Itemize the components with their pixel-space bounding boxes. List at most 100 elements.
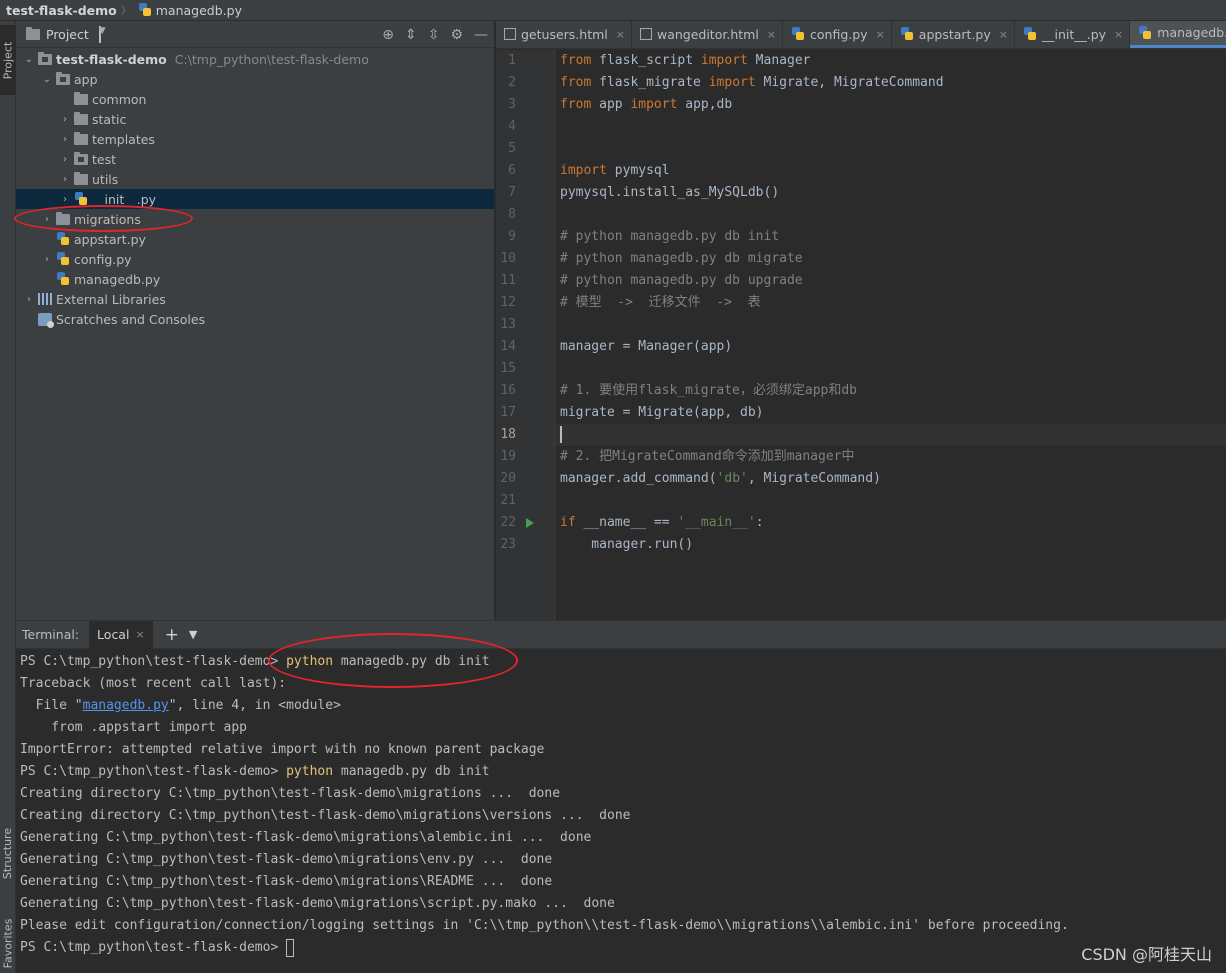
code-line: manager.run() xyxy=(560,537,694,552)
chevron-right-icon[interactable]: › xyxy=(40,254,54,265)
expand-all-icon[interactable]: ⇕ xyxy=(405,27,417,43)
line-number: 5 xyxy=(508,141,516,156)
tree-item-utils[interactable]: › utils xyxy=(16,169,494,189)
chevron-right-icon[interactable]: › xyxy=(58,154,72,165)
tree-item-label: utils xyxy=(92,171,119,187)
chevron-right-icon[interactable]: › xyxy=(58,134,72,145)
tree-item-label: test xyxy=(92,151,117,167)
python-file-icon xyxy=(56,272,70,286)
code-area[interactable]: from flask_script import Manager from fl… xyxy=(556,50,1226,620)
chevron-down-icon[interactable]: ⌄ xyxy=(40,74,54,85)
line-number: 15 xyxy=(500,361,516,376)
terminal-line: Creating directory C:\tmp_python\test-fl… xyxy=(20,808,631,823)
code-line: manager = Manager(app) xyxy=(560,339,733,354)
tree-item-label: app xyxy=(74,71,98,87)
tree-item-templates[interactable]: › templates xyxy=(16,129,494,149)
tree-item-root[interactable]: ⌄ test-flask-demo C:\tmp_python\test-fla… xyxy=(16,49,494,69)
tab-wangeditor-html[interactable]: wangeditor.html × xyxy=(632,21,784,48)
close-icon[interactable]: × xyxy=(135,628,144,641)
chevron-down-icon[interactable]: ▼ xyxy=(189,628,197,641)
tab-getusers-html[interactable]: getusers.html × xyxy=(496,21,632,48)
terminal-line: Generating C:\tmp_python\test-flask-demo… xyxy=(20,830,592,845)
tree-item-scratches[interactable]: Scratches and Consoles xyxy=(16,309,494,329)
tree-item-app[interactable]: ⌄ app xyxy=(16,69,494,89)
code-line: from flask_migrate import Migrate, Migra… xyxy=(560,75,944,90)
editor-tabs: getusers.html × wangeditor.html × config… xyxy=(496,21,1226,49)
project-panel-header: Project ▼ ⊕ ⇕ ⇳ ⚙ — xyxy=(16,21,494,48)
chevron-right-icon[interactable]: › xyxy=(22,294,36,305)
tree-item-label: templates xyxy=(92,131,155,147)
chevron-down-icon[interactable]: ⌄ xyxy=(22,54,36,65)
locate-file-icon[interactable]: ⊕ xyxy=(382,27,394,43)
tool-window-favorites-tab[interactable]: Favorites xyxy=(0,911,16,973)
tree-item-external-libraries[interactable]: › External Libraries xyxy=(16,289,494,309)
tree-item-common[interactable]: common xyxy=(16,89,494,109)
tree-item-test[interactable]: › test xyxy=(16,149,494,169)
code-line: migrate = Migrate(app, db) xyxy=(560,405,764,420)
line-number: 23 xyxy=(500,537,516,552)
left-tool-strip: Project Structure Favorites xyxy=(0,21,16,973)
line-number: 9 xyxy=(508,229,516,244)
terminal-line: PS C:\tmp_python\test-flask-demo> python… xyxy=(20,654,490,669)
chevron-right-icon[interactable]: › xyxy=(40,214,54,225)
chevron-right-icon[interactable]: › xyxy=(58,114,72,125)
run-icon[interactable] xyxy=(526,518,534,528)
tree-item-managedb[interactable]: managedb.py xyxy=(16,269,494,289)
project-view-icon xyxy=(26,26,40,40)
tree-item-label: static xyxy=(92,111,127,127)
tool-window-project-tab[interactable]: Project xyxy=(0,25,16,95)
chevron-right-icon[interactable]: › xyxy=(58,174,72,185)
fold-guide xyxy=(554,50,555,620)
tab-terminal-local[interactable]: Local × xyxy=(89,620,153,649)
tree-item-migrations[interactable]: › migrations xyxy=(16,209,494,229)
code-line: pymysql.install_as_MySQLdb() xyxy=(560,185,780,200)
close-icon[interactable]: × xyxy=(767,28,776,41)
project-view-selector[interactable]: Project xyxy=(46,27,89,42)
tab-label: wangeditor.html xyxy=(656,26,759,42)
tree-item-init[interactable]: › __init__.py xyxy=(16,189,494,209)
tree-item-label: Scratches and Consoles xyxy=(56,311,206,327)
tool-window-structure-tab[interactable]: Structure xyxy=(0,821,16,885)
project-tree: ⌄ test-flask-demo C:\tmp_python\test-fla… xyxy=(16,49,494,329)
code-editor: getusers.html × wangeditor.html × config… xyxy=(496,21,1226,620)
package-folder-icon xyxy=(56,71,70,85)
chevron-right-icon[interactable]: › xyxy=(58,194,72,205)
gear-icon[interactable]: ⚙ xyxy=(450,27,463,43)
close-icon[interactable]: × xyxy=(1114,28,1123,41)
close-icon[interactable]: × xyxy=(876,28,885,41)
close-icon[interactable]: × xyxy=(999,28,1008,41)
file-link[interactable]: managedb.py xyxy=(83,698,169,713)
line-number: 20 xyxy=(500,471,516,486)
project-panel-toolbar: ⊕ ⇕ ⇳ ⚙ — xyxy=(382,21,488,48)
tree-item-static[interactable]: › static xyxy=(16,109,494,129)
tab-managedb-py[interactable]: managedb.py × xyxy=(1130,21,1226,48)
tree-item-label: External Libraries xyxy=(56,291,166,307)
watermark: CSDN @阿桂天山 xyxy=(1081,945,1212,964)
breadcrumb-file[interactable]: managedb.py xyxy=(138,3,242,18)
tree-item-config[interactable]: › config.py xyxy=(16,249,494,269)
terminal-line: Generating C:\tmp_python\test-flask-demo… xyxy=(20,874,553,889)
terminal-cursor xyxy=(286,938,295,957)
collapse-all-icon[interactable]: ⇳ xyxy=(428,27,440,43)
tab-config-py[interactable]: config.py × xyxy=(783,21,892,48)
new-terminal-icon[interactable]: + xyxy=(165,625,179,645)
close-icon[interactable]: × xyxy=(616,28,625,41)
breadcrumb-project[interactable]: test-flask-demo xyxy=(6,3,117,18)
python-file-icon xyxy=(900,27,914,41)
tab-init-py[interactable]: __init__.py × xyxy=(1015,21,1131,48)
tree-item-label: appstart.py xyxy=(74,231,146,247)
terminal-title: Terminal: xyxy=(22,627,80,642)
tab-appstart-py[interactable]: appstart.py × xyxy=(892,21,1015,48)
tab-label: __init__.py xyxy=(1041,26,1107,42)
tree-item-appstart[interactable]: appstart.py xyxy=(16,229,494,249)
terminal-panel: Terminal: Local × + ▼ PS C:\tmp_python\t… xyxy=(16,620,1226,973)
code-line: from flask_script import Manager xyxy=(560,53,811,68)
chevron-down-icon[interactable]: ▼ xyxy=(98,25,106,43)
python-file-icon xyxy=(56,232,70,246)
code-line: # python managedb.py db upgrade xyxy=(560,273,803,288)
terminal-output[interactable]: PS C:\tmp_python\test-flask-demo> python… xyxy=(20,651,1226,959)
hide-panel-icon[interactable]: — xyxy=(474,27,488,43)
